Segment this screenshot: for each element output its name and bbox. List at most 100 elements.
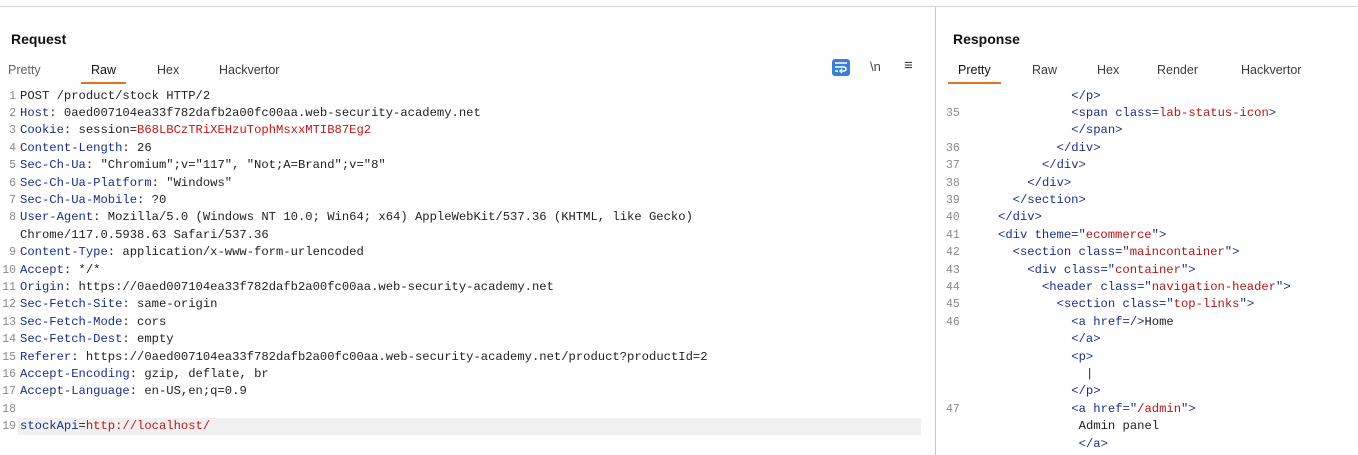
request-line[interactable]: 11 Origin: https://0aed007104ea33f782dafb… [0,279,935,296]
request-line[interactable]: 8 User-Agent: Mozilla/5.0 (Windows NT 10.… [0,209,935,226]
request-line[interactable]: Chrome/117.0.5938.63 Safari/537.36 [0,227,935,244]
wrap-lines-icon[interactable] [832,59,850,76]
request-line[interactable]: 9 Content-Type: application/x-www-form-ur… [0,244,935,261]
request-line[interactable]: 6 Sec-Ch-Ua-Platform: "Windows" [0,175,935,192]
request-line-text: Cookie: session=B68LBCzTRiXEHzuTophMsxxM… [20,123,372,138]
code-token: </div> [1041,158,1086,173]
line-number: 39 [946,193,960,207]
request-line[interactable]: 4 Content-Length: 26 [0,140,935,157]
response-line[interactable]: 37 </div> [936,157,1358,174]
response-line[interactable]: 47 <a href="/admin"> [936,401,1358,418]
request-line[interactable]: 18 [0,401,935,418]
response-line[interactable]: 44 <header class="navigation-header"> [936,279,1358,296]
response-line-text: <div theme="ecommerce"> [998,227,1166,244]
request-line-text: Accept-Encoding: gzip, deflate, br [20,366,269,381]
response-line[interactable]: </a> [936,436,1358,453]
header-value: POST /product/stock HTTP/2 [20,88,211,103]
response-line[interactable]: 40 </div> [936,209,1358,226]
request-line[interactable]: 2 Host: 0aed007104ea33f782dafb2a00fc00aa.… [0,105,935,122]
request-line[interactable]: 1 POST /product/stock HTTP/2 [0,88,935,105]
response-tab-render[interactable]: Render [1157,62,1198,83]
request-line[interactable]: 14 Sec-Fetch-Dest: empty [0,331,935,348]
highlighted-value: B68LBCzTRiXEHzuTophMsxxMTIB87Eg2 [137,123,372,138]
code-token: href [1093,314,1123,329]
request-line[interactable]: 12 Sec-Fetch-Site: same-origin [0,296,935,313]
header-value: Chrome/117.0.5938.63 Safari/537.36 [20,227,269,242]
response-line[interactable]: 43 <div class="container"> [936,262,1358,279]
code-token: ecommerce [1085,227,1152,242]
response-line[interactable]: 42 <section class="maincontainer"> [936,244,1358,261]
response-line[interactable]: <p> [936,349,1358,366]
response-line[interactable]: 36 </div> [936,140,1358,157]
response-line-text: <section class="maincontainer"> [1013,244,1240,261]
request-tab-hex[interactable]: Hex [157,62,179,83]
header-value: "Windows" [158,175,233,190]
response-line[interactable]: | [936,366,1358,383]
response-line[interactable]: 45 <section class="top-links"> [936,296,1358,313]
response-line-text: </span> [1071,122,1122,139]
request-tab-pretty[interactable]: Pretty [8,62,41,83]
header-value: "Chromium";v="117", "Not;A=Brand";v="8" [93,158,386,173]
response-line[interactable]: 38 </div> [936,175,1358,192]
response-tab-pretty[interactable]: Pretty [948,62,1001,84]
code-token: =" [1100,262,1116,277]
line-number: 44 [946,280,960,294]
header-value: Mozilla/5.0 (Windows NT 10.0; Win64; x64… [100,210,693,225]
code-token: container [1115,262,1181,277]
request-line[interactable]: 5 Sec-Ch-Ua: "Chromium";v="117", "Not;A=B… [0,157,935,174]
code-token: "> [1181,401,1196,416]
request-line-text: Chrome/117.0.5938.63 Safari/537.36 [20,227,269,244]
response-line[interactable]: </p> [936,383,1358,400]
request-line[interactable]: 16 Accept-Encoding: gzip, deflate, br [0,366,935,383]
code-token: <header [1041,279,1101,294]
request-line-text: Sec-Fetch-Dest: empty [20,332,174,347]
line-number: 43 [946,263,960,277]
code-token: href [1093,401,1123,416]
top-toolbar-edge [0,0,1358,7]
request-line-text: Sec-Fetch-Site: same-origin [20,297,218,312]
request-line[interactable]: 10 Accept: */* [0,262,935,279]
request-tab-raw[interactable]: Raw [80,62,127,84]
response-editor[interactable]: </p> 35 <span class=lab-status-icon> </span… [936,87,1358,455]
response-line[interactable]: </p> [936,88,1358,105]
response-tab-raw[interactable]: Raw [1032,62,1057,83]
response-tab-hex[interactable]: Hex [1097,62,1119,83]
response-line[interactable]: 39 </section> [936,192,1358,209]
request-line[interactable]: 15 Referer: https://0aed007104ea33f782daf… [0,349,935,366]
menu-icon[interactable]: ≡ [904,57,913,74]
code-token: navigation-header [1151,279,1277,294]
response-tab-hackvertor[interactable]: Hackvertor [1241,62,1301,83]
response-line[interactable]: </span> [936,122,1358,139]
request-line[interactable]: 19 stockApi=http://localhost/ [2,418,921,436]
code-token: </a> [1071,332,1101,347]
response-line-text: <div class="container"> [1027,262,1195,279]
request-line-text: Accept-Language: en-US,en;q=0.9 [20,384,247,399]
header-name: Sec-Ch-Ua-Mobile [20,192,138,207]
header-value: empty [129,332,174,347]
code-token: =" [1137,279,1152,294]
request-line[interactable]: 3 Cookie: session=B68LBCzTRiXEHzuTophMsxx… [0,122,935,139]
response-line[interactable]: Admin panel [936,418,1358,435]
response-line-text: </section> [1013,192,1086,209]
response-line[interactable]: 46 <a href=/>Home [936,314,1358,331]
request-line-text: stockApi=http://localhost/ [20,418,210,435]
request-line-text: User-Agent: Mozilla/5.0 (Windows NT 10.0… [20,210,693,225]
request-line-text: POST /product/stock HTTP/2 [20,88,210,105]
request-line[interactable]: 17 Accept-Language: en-US,en;q=0.9 [0,383,935,400]
request-line[interactable]: 13 Sec-Fetch-Mode: cors [0,314,935,331]
response-title: Response [953,31,1020,47]
line-number: 42 [946,246,960,260]
line-number: 4 [9,141,16,155]
response-line[interactable]: </a> [936,331,1358,348]
response-line[interactable]: 35 <span class=lab-status-icon> [936,105,1358,122]
header-value: https://0aed007104ea33f782dafb2a00fc00aa… [78,349,708,364]
request-line[interactable]: 7 Sec-Ch-Ua-Mobile: ?0 [0,192,935,209]
newline-toggle-icon[interactable]: \n [870,59,881,74]
header-name: Origin [20,279,64,294]
code-token: </section> [1012,192,1086,207]
request-editor[interactable]: 1 POST /product/stock HTTP/2 2 Host: 0aed00… [0,87,935,455]
request-tab-hackvertor[interactable]: Hackvertor [219,62,279,83]
code-token: =" [1071,227,1086,242]
code-token: =/> [1122,314,1145,329]
response-line[interactable]: 41 <div theme="ecommerce"> [936,227,1358,244]
